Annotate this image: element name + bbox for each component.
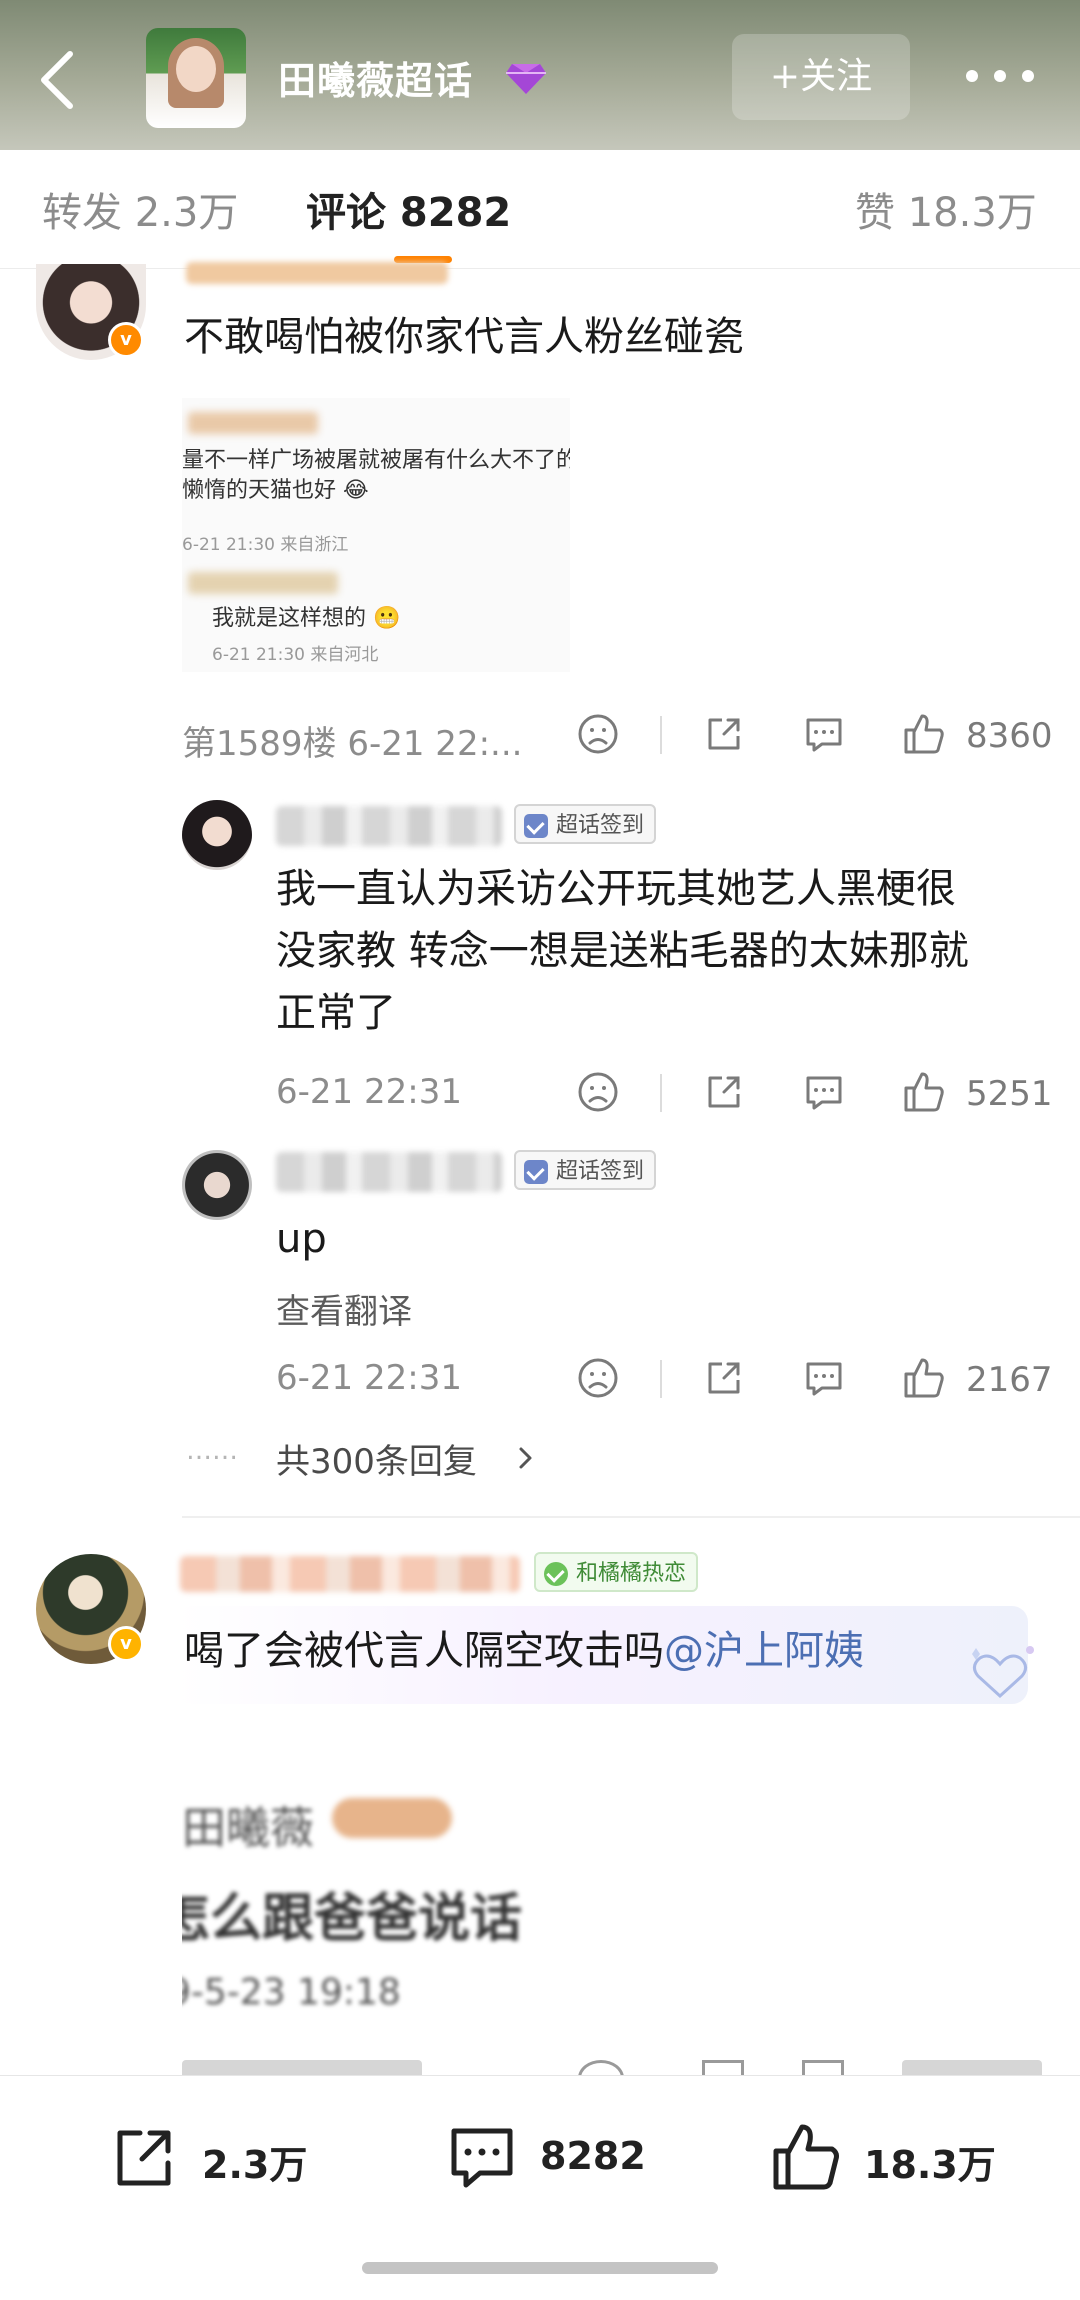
translate-link[interactable]: 查看翻译 [276, 1284, 412, 1333]
post-tabs: 转发 2.3万 评论 8282 赞 18.3万 [0, 150, 1080, 269]
topic-title[interactable]: 田曦薇超话 [278, 50, 473, 105]
reply-icon[interactable] [802, 1070, 846, 1114]
bottom-action-bar: 2.3万 8282 18.3万 [0, 2075, 1080, 2300]
reply-time: 6-21 22:31 [276, 1358, 462, 1398]
reply-text-line-1: 我一直认为采访公开玩其她艺人黑梗很 [276, 866, 956, 912]
like-count: 5251 [966, 1074, 1053, 1114]
comment-icon[interactable] [446, 2121, 518, 2193]
share-icon[interactable] [702, 1356, 746, 1400]
action-divider [660, 716, 662, 754]
comment-username-blurred[interactable] [180, 1556, 520, 1592]
reply-icon[interactable] [802, 1356, 846, 1400]
dislike-face-icon[interactable] [576, 1070, 620, 1114]
reply-text-line-2: 没家教 转念一想是送粘毛器的太妹那就 [276, 928, 969, 974]
like-thumb-icon[interactable] [902, 1070, 946, 1114]
like-count: 2167 [966, 1360, 1053, 1400]
partial-action-row [182, 2060, 1042, 2075]
decorative-hearts-icon [972, 1646, 1034, 1699]
reply-icon[interactable] [802, 712, 846, 756]
checkin-tag: 超话签到 [514, 1150, 657, 1190]
leaf-icon [544, 1562, 568, 1586]
verified-badge-icon: v [108, 1626, 144, 1662]
like-count: 8360 [966, 716, 1053, 756]
tab-repost[interactable]: 转发 2.3万 [42, 180, 238, 238]
comment-text: 喝了会被代言人隔空攻击吗@沪上阿姨 [184, 1628, 864, 1674]
like-thumb-icon[interactable] [902, 712, 946, 756]
replies-dots: …… [186, 1436, 238, 1466]
follow-button[interactable]: +关注 [732, 34, 910, 120]
view-all-replies-link[interactable]: 共300条回复 [276, 1434, 477, 1483]
share-icon[interactable] [702, 712, 746, 756]
diamond-badge-icon [506, 64, 546, 94]
dislike-face-icon[interactable] [576, 712, 620, 756]
comment-text: 不敢喝怕被你家代言人粉丝碰瓷 [184, 314, 744, 360]
like-thumb-icon[interactable] [902, 1356, 946, 1400]
checkin-icon [524, 814, 548, 838]
reply-username-blurred[interactable] [276, 1152, 502, 1192]
checkin-tag: 超话签到 [514, 804, 657, 844]
share-icon[interactable] [702, 1070, 746, 1114]
reply-text-line-3: 正常了 [276, 990, 396, 1036]
comment-image[interactable]: 田曦薇 怎么跟爸爸说话 9-5-23 19:18 [182, 1770, 572, 2050]
comment-username-blurred[interactable] [186, 262, 448, 284]
reply-avatar[interactable] [182, 800, 252, 870]
home-indicator[interactable] [362, 2262, 718, 2274]
reply-avatar[interactable] [182, 1150, 252, 1220]
mention-link[interactable]: @沪上阿姨 [664, 1628, 864, 1674]
back-arrow-icon[interactable] [36, 48, 78, 112]
reply-time: 6-21 22:31 [276, 1072, 462, 1112]
comment-count[interactable]: 8282 [540, 2134, 646, 2178]
repost-icon[interactable] [108, 2121, 180, 2193]
checkin-icon [524, 1160, 548, 1184]
tab-likes[interactable]: 赞 18.3万 [855, 180, 1037, 238]
reply-text: up [276, 1216, 327, 1262]
action-divider [660, 1360, 662, 1398]
comment-floor-time: 第1589楼 6-21 22:... [182, 724, 523, 764]
more-options-icon[interactable] [966, 70, 1036, 86]
repost-count[interactable]: 2.3万 [202, 2134, 307, 2189]
dislike-face-icon[interactable] [576, 1356, 620, 1400]
verified-badge-icon: v [108, 322, 144, 358]
like-thumb-icon[interactable] [770, 2121, 842, 2193]
topic-avatar[interactable] [146, 28, 246, 128]
comment-image[interactable]: 量不一样广场被屠就被屠有什么大不了的, 懒惰的天猫也好 😂 6-21 21:30… [182, 398, 570, 672]
reply-username-blurred[interactable] [276, 806, 502, 846]
like-count[interactable]: 18.3万 [864, 2134, 996, 2189]
tab-comments[interactable]: 评论 8282 [306, 180, 511, 238]
action-divider [660, 1074, 662, 1112]
fan-tag: 和橘橘热恋 [534, 1552, 699, 1592]
chevron-right-icon [519, 1447, 532, 1469]
comment-divider [182, 1516, 1080, 1518]
topic-header: 田曦薇超话 +关注 [0, 0, 1080, 150]
